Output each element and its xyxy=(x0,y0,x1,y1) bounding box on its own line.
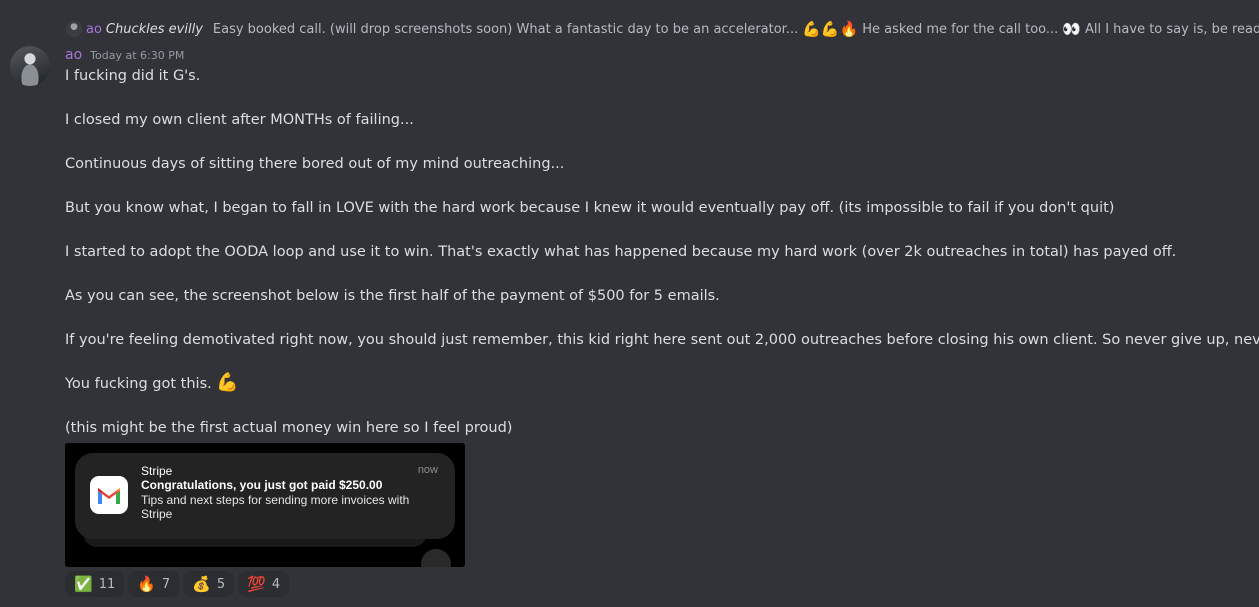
message-line-with-emoji: You fucking got this. 💪 xyxy=(65,373,1255,395)
reply-preview[interactable]: ao Chuckles evilly Easy booked call. (wi… xyxy=(0,18,1259,42)
message-line: I fucking did it G's. xyxy=(65,68,201,84)
author-avatar[interactable] xyxy=(10,46,50,86)
message-line: Continuous days of sitting there bored o… xyxy=(65,156,565,172)
notification-card: Stripe now Congratulations, you just got… xyxy=(75,453,455,539)
reply-text-3: All I have to say is, be ready to pay me… xyxy=(1084,21,1259,37)
notification-time: now xyxy=(417,464,438,476)
reaction-hundred[interactable]: 💯 4 xyxy=(238,571,290,597)
message-line: (this might be the first actual money wi… xyxy=(65,420,513,436)
reply-text-2: He asked me for the call too... xyxy=(862,21,1059,37)
check-emoji: ✅ xyxy=(74,574,93,593)
reaction-fire[interactable]: 🔥 7 xyxy=(128,571,180,597)
message-line: As you can see, the screenshot below is … xyxy=(65,288,720,304)
reply-nickname: Chuckles evilly xyxy=(105,21,203,37)
notification-title: Congratulations, you just got paid $250.… xyxy=(141,478,383,492)
reply-text-1: Easy booked call. (will drop screenshots… xyxy=(212,21,799,37)
reaction-bar: ✅ 11 🔥 7 💰 5 💯 4 xyxy=(65,571,290,597)
reply-avatar[interactable] xyxy=(66,21,82,37)
message-line: I started to adopt the OODA loop and use… xyxy=(65,244,1177,260)
author-name[interactable]: ao xyxy=(65,47,82,63)
reaction-count: 11 xyxy=(98,576,116,592)
message-body: I fucking did it G's. I closed my own cl… xyxy=(65,65,1259,439)
reaction-count: 5 xyxy=(216,576,226,592)
flexed-biceps-emoji: 💪 xyxy=(216,372,239,393)
reply-content: ao Chuckles evilly Easy booked call. (wi… xyxy=(66,21,1259,37)
message-timestamp[interactable]: Today at 6:30 PM xyxy=(90,49,184,62)
notification-text: Tips and next steps for sending more inv… xyxy=(141,493,410,521)
reply-author[interactable]: ao xyxy=(86,22,102,37)
reaction-count: 4 xyxy=(271,576,281,592)
eyes-emoji: 👀 xyxy=(1062,19,1081,38)
message-line: If you're feeling demotivated right now,… xyxy=(65,332,1259,348)
hundred-emoji: 💯 xyxy=(247,574,266,593)
reaction-check[interactable]: ✅ 11 xyxy=(65,571,125,597)
reaction-count: 7 xyxy=(161,576,171,592)
message-line: I closed my own client after MONTHs of f… xyxy=(65,112,414,128)
fire-emoji: 🔥 xyxy=(137,574,156,593)
notification-app-name: Stripe xyxy=(141,464,173,478)
image-attachment[interactable]: Stripe now Congratulations, you just got… xyxy=(65,443,465,567)
message-line-text: You fucking got this. xyxy=(65,376,212,392)
reaction-money-bag[interactable]: 💰 5 xyxy=(183,571,235,597)
money-bag-emoji: 💰 xyxy=(192,574,211,593)
gmail-icon xyxy=(90,476,128,514)
message-header: ao Today at 6:30 PM xyxy=(65,47,184,63)
flex-fire-emoji: 💪💪🔥 xyxy=(802,19,859,38)
corner-button xyxy=(421,549,451,567)
message-line: But you know what, I began to fall in LO… xyxy=(65,200,1115,216)
